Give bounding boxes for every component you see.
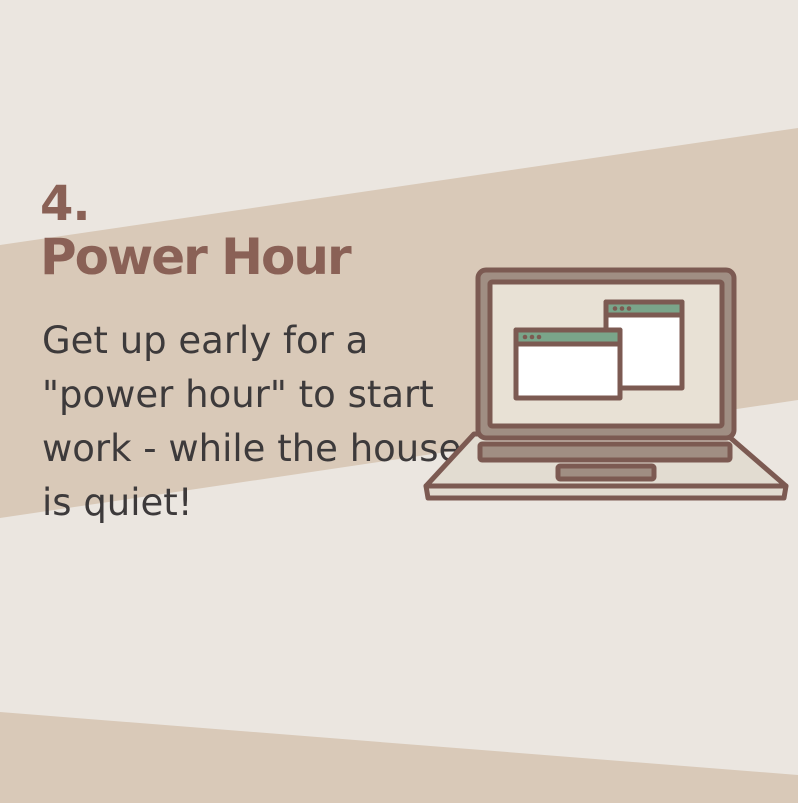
front-window-dot bbox=[522, 334, 528, 340]
laptop-icon bbox=[423, 267, 789, 501]
back-window-dot bbox=[619, 306, 625, 311]
slide-title: Power Hour bbox=[40, 228, 352, 286]
laptop-touchpad bbox=[555, 463, 657, 482]
front-window-dot bbox=[529, 334, 535, 340]
slide-body-text: Get up early for a "power hour" to start… bbox=[42, 319, 462, 524]
slide-number: 4. bbox=[40, 176, 91, 232]
back-window-dot bbox=[626, 306, 632, 311]
bottom-band bbox=[0, 712, 798, 803]
back-window-dot bbox=[612, 306, 618, 311]
laptop-keyboard bbox=[477, 441, 733, 463]
front-window-dot bbox=[536, 334, 542, 340]
back-window-bar bbox=[603, 299, 685, 318]
